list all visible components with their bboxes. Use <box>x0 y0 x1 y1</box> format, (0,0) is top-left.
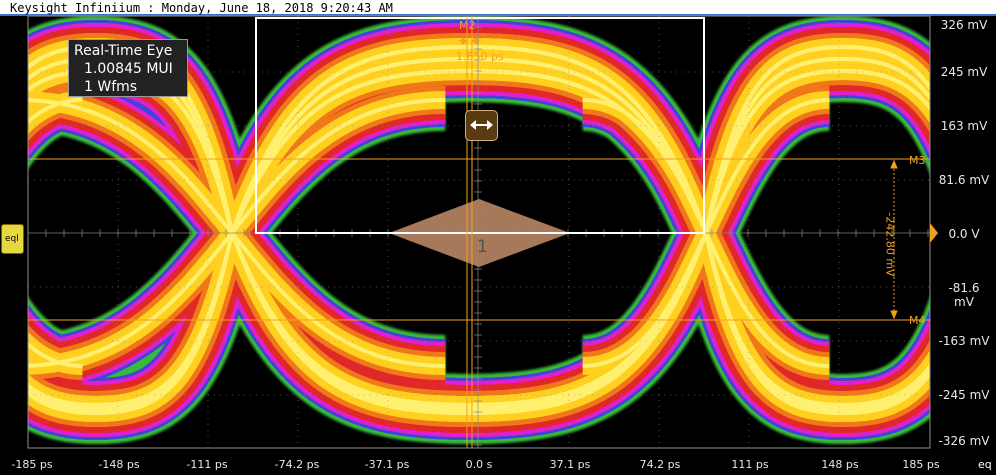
y-tick-label: 245 mV <box>940 65 988 79</box>
x-tick-label: -37.1 ps <box>364 458 410 471</box>
y-tick-label: -245 mV <box>938 388 990 402</box>
y-tick-label: 0.0 V <box>948 227 980 241</box>
eq-axis-label[interactable]: eq <box>978 458 992 471</box>
m2-marker-label[interactable]: M2 <box>459 19 476 32</box>
double-arrow-icon <box>470 120 493 130</box>
y-tick-label: 81.6 mV <box>938 173 990 187</box>
info-wfms: 1 Wfms <box>84 79 138 95</box>
eql-label: eql <box>5 234 19 244</box>
x-tick-label: -185 ps <box>11 458 53 471</box>
x-tick-label: -148 ps <box>98 458 140 471</box>
m2-delta-value: 1.850 ps <box>456 50 504 63</box>
y-tick-label: 326 mV <box>940 18 988 32</box>
x-tick-label: -111 ps <box>186 458 228 471</box>
x-tick-label: -74.2 ps <box>274 458 320 471</box>
mask-region-label: 1 <box>477 237 488 257</box>
trigger-level-pointer <box>930 223 938 243</box>
m3-marker-label[interactable]: M3 <box>909 154 926 167</box>
voltage-delta-value: -242.80 mV <box>883 212 897 277</box>
info-mui: 1.00845 MUI <box>84 61 173 77</box>
m4-marker-label[interactable]: M4 <box>909 314 926 327</box>
x-tick-label: 111 ps <box>731 458 769 471</box>
y-tick-label: -163 mV <box>938 334 990 348</box>
x-tick-label: 37.1 ps <box>549 458 591 471</box>
x-tick-label: 74.2 ps <box>639 458 681 471</box>
info-title: Real-Time Eye <box>74 43 173 59</box>
x-tick-label: 0.0 s <box>465 458 493 471</box>
y-tick-label: -326 mV <box>938 434 990 448</box>
channel-reference-button[interactable]: eql <box>1 224 24 254</box>
y-tick-label: 163 mV <box>940 119 988 133</box>
measurement-info-box[interactable]: Real-Time Eye 1.00845 MUI 1 Wfms <box>68 39 188 97</box>
x-tick-label: 148 ps <box>821 458 859 471</box>
x-tick-label: 185 ps <box>902 458 940 471</box>
y-tick-label: -81.6 mV <box>948 281 980 309</box>
horizontal-drag-handle[interactable] <box>465 110 498 141</box>
